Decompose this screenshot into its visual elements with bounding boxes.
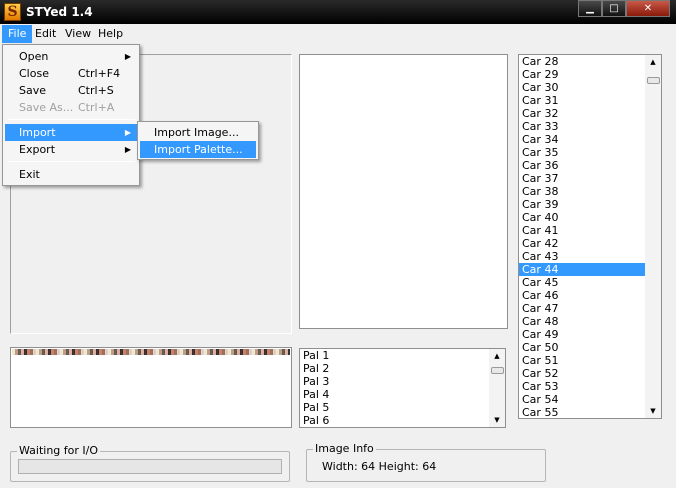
scroll-down-icon[interactable]: ▼: [645, 404, 661, 418]
list-item[interactable]: Car 38: [519, 185, 645, 198]
list-item[interactable]: Car 29: [519, 68, 645, 81]
menu-item-label: Import: [19, 126, 56, 139]
progress-bar: [18, 459, 282, 474]
menu-item-import-palette[interactable]: Import Palette...: [140, 141, 256, 158]
list-item[interactable]: Car 44: [519, 263, 645, 276]
preview-panel: [299, 54, 508, 329]
menu-item-label: Save: [19, 84, 47, 97]
submenu-arrow-icon: ▶: [124, 52, 131, 61]
menu-item-label: Open: [19, 50, 49, 63]
car-list-scrollbar[interactable]: ▲ ▼: [645, 55, 661, 418]
list-item[interactable]: Pal 5: [300, 401, 505, 414]
image-dimensions: Width: 64 Height: 64: [322, 460, 437, 473]
list-item[interactable]: Car 32: [519, 107, 645, 120]
list-item[interactable]: Car 39: [519, 198, 645, 211]
list-item[interactable]: Car 49: [519, 328, 645, 341]
list-item[interactable]: Car 43: [519, 250, 645, 263]
title-bar[interactable]: S STYed 1.4 ▁ □ ✕: [0, 0, 676, 24]
menu-item-export[interactable]: Export ▶: [5, 141, 137, 158]
list-item[interactable]: Car 28: [519, 55, 645, 68]
list-item[interactable]: Pal 4: [300, 388, 505, 401]
list-item[interactable]: Car 53: [519, 380, 645, 393]
menu-item-shortcut: Ctrl+A: [78, 101, 115, 114]
close-button[interactable]: ✕: [626, 0, 670, 17]
menu-item-import-image[interactable]: Import Image...: [140, 124, 256, 141]
car-list[interactable]: Car 28 Car 29 Car 30 Car 31 Car 32 Car 33 Car …: [518, 54, 662, 419]
menu-bar: File Edit View Help: [0, 24, 676, 44]
list-item[interactable]: Car 48: [519, 315, 645, 328]
menu-item-label: Save As...: [19, 101, 74, 114]
menu-item-open[interactable]: Open ▶: [5, 48, 137, 65]
file-menu: Open ▶ Close Ctrl+F4 Save Ctrl+S Save As…: [2, 44, 140, 186]
list-item[interactable]: Car 35: [519, 146, 645, 159]
menu-help[interactable]: Help: [92, 25, 129, 43]
menu-item-save-as: Save As... Ctrl+A: [5, 99, 137, 116]
menu-item-shortcut: Ctrl+F4: [78, 67, 121, 80]
list-item[interactable]: Car 55: [519, 406, 645, 418]
status-legend: Waiting for I/O: [17, 444, 101, 457]
list-item[interactable]: Car 30: [519, 81, 645, 94]
menu-item-close[interactable]: Close Ctrl+F4: [5, 65, 137, 82]
palette-color-strip: [12, 349, 290, 355]
import-submenu: Import Image... Import Palette...: [137, 121, 259, 160]
list-item[interactable]: Car 54: [519, 393, 645, 406]
palette-list-scrollbar[interactable]: ▲ ▼: [489, 349, 505, 427]
list-item[interactable]: Car 33: [519, 120, 645, 133]
menu-item-save[interactable]: Save Ctrl+S: [5, 82, 137, 99]
menu-file[interactable]: File: [2, 25, 33, 43]
menu-item-label: Import Image...: [154, 126, 239, 139]
list-item[interactable]: Car 36: [519, 159, 645, 172]
list-item[interactable]: Car 50: [519, 341, 645, 354]
scroll-up-icon[interactable]: ▲: [489, 349, 505, 363]
list-item[interactable]: Car 34: [519, 133, 645, 146]
menu-separator: [7, 119, 135, 120]
menu-item-label: Export: [19, 143, 56, 156]
menu-item-import[interactable]: Import ▶: [5, 124, 137, 141]
client-area: File Edit View Help Pal 1 Pal 2 Pal 3 Pa…: [0, 24, 676, 488]
scroll-up-icon[interactable]: ▲: [645, 55, 661, 69]
image-info-group: Image Info Width: 64 Height: 64: [306, 442, 546, 482]
list-item[interactable]: Car 37: [519, 172, 645, 185]
list-item[interactable]: Pal 1: [300, 349, 505, 362]
image-info-legend: Image Info: [313, 442, 376, 455]
app-icon[interactable]: S: [4, 3, 21, 21]
palette-list[interactable]: Pal 1 Pal 2 Pal 3 Pal 4 Pal 5 Pal 6 ▲ ▼: [299, 348, 506, 428]
list-item[interactable]: Car 42: [519, 237, 645, 250]
list-item[interactable]: Pal 3: [300, 375, 505, 388]
list-item[interactable]: Pal 2: [300, 362, 505, 375]
submenu-arrow-icon: ▶: [124, 128, 131, 137]
menu-item-label: Close: [19, 67, 49, 80]
scroll-thumb[interactable]: [647, 77, 660, 84]
list-item[interactable]: Car 41: [519, 224, 645, 237]
list-item[interactable]: Car 47: [519, 302, 645, 315]
list-item[interactable]: Car 31: [519, 94, 645, 107]
scroll-down-icon[interactable]: ▼: [489, 413, 505, 427]
car-list-rows: Car 28 Car 29 Car 30 Car 31 Car 32 Car 33 Car …: [519, 55, 661, 418]
menu-item-exit[interactable]: Exit: [5, 166, 137, 183]
scroll-thumb[interactable]: [491, 367, 504, 374]
list-item[interactable]: Pal 6: [300, 414, 505, 427]
menu-separator: [7, 161, 135, 162]
palette-preview[interactable]: [10, 347, 292, 428]
menu-edit[interactable]: Edit: [29, 25, 62, 43]
menu-item-label: Exit: [19, 168, 40, 181]
maximize-button[interactable]: □: [602, 0, 626, 17]
list-item[interactable]: Car 40: [519, 211, 645, 224]
list-item[interactable]: Car 52: [519, 367, 645, 380]
status-group: Waiting for I/O: [10, 444, 290, 482]
window-title: STYed 1.4: [26, 5, 93, 19]
list-item[interactable]: Car 51: [519, 354, 645, 367]
list-item[interactable]: Car 46: [519, 289, 645, 302]
menu-item-shortcut: Ctrl+S: [78, 84, 114, 97]
submenu-arrow-icon: ▶: [124, 145, 131, 154]
list-item[interactable]: Car 45: [519, 276, 645, 289]
menu-item-label: Import Palette...: [154, 143, 243, 156]
minimize-button[interactable]: ▁: [578, 0, 602, 17]
